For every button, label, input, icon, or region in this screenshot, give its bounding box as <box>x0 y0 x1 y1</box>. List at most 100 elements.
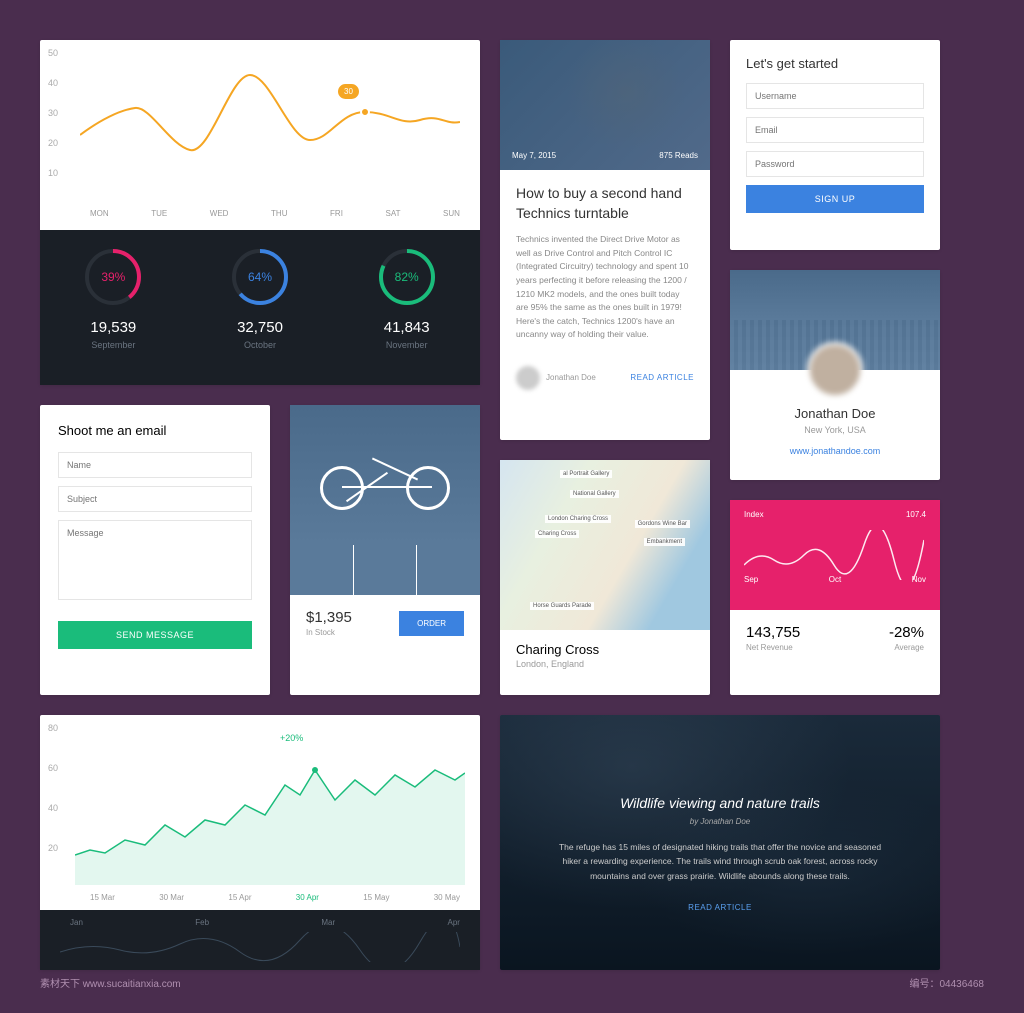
article-hero-image: May 7, 2015 875 Reads <box>500 40 710 170</box>
product-price: $1,395 <box>306 609 352 626</box>
index-label: Index <box>744 510 764 519</box>
article-card: May 7, 2015 875 Reads How to buy a second… <box>500 40 710 440</box>
signup-card: Let's get started SIGN UP <box>730 40 940 250</box>
gauge-value: 32,750 <box>187 319 334 336</box>
profile-card: Jonathan Doe New York, USA www.jonathand… <box>730 270 940 480</box>
gauges-row: 39% 19,539 September 64% 32,750 October 82% 4… <box>40 230 480 385</box>
gauge-value: 41,843 <box>333 319 480 336</box>
map-poi: Horse Guards Parade <box>530 602 594 610</box>
email-form-title: Shoot me an email <box>58 423 252 438</box>
map-poi: Gordons Wine Bar <box>635 520 690 528</box>
password-input[interactable] <box>746 151 924 177</box>
gauge-september: 39% <box>81 245 145 309</box>
overview-strip[interactable]: Jan Feb Mar Apr <box>40 910 480 970</box>
x-tick: 15 Mar <box>90 893 115 902</box>
footer-id: 编号：04436468 <box>910 975 985 990</box>
email-form-card: Shoot me an email SEND MESSAGE <box>40 405 270 695</box>
map-poi: National Gallery <box>570 490 619 498</box>
delta-value: -28% <box>889 624 924 641</box>
signup-title: Let's get started <box>746 56 924 71</box>
map-card: al Portrait Gallery National Gallery Lon… <box>500 460 710 695</box>
product-image <box>290 405 480 545</box>
subject-input[interactable] <box>58 486 252 512</box>
gauge-november: 82% <box>375 245 439 309</box>
nature-article-card: Wildlife viewing and nature trails by Jo… <box>500 715 940 970</box>
article-date: May 7, 2015 <box>512 151 556 160</box>
article-reads: 875 Reads <box>659 151 698 160</box>
map-poi: al Portrait Gallery <box>560 470 612 478</box>
x-tick: 15 Apr <box>228 893 251 902</box>
author-name: Jonathan Doe <box>546 373 630 382</box>
stock-status: In Stock <box>306 628 352 637</box>
profile-avatar <box>807 342 863 398</box>
page-footer: 素材天下 www.sucaitianxia.com 编号：04436468 <box>40 975 984 990</box>
y-tick: 40 <box>48 803 58 813</box>
author-avatar <box>516 366 540 390</box>
y-tick: 40 <box>48 78 58 88</box>
map-subtitle: London, England <box>516 659 694 669</box>
product-thumbnails[interactable] <box>290 545 480 595</box>
y-tick: 20 <box>48 138 58 148</box>
map-poi: London Charing Cross <box>545 515 611 523</box>
profile-url-link[interactable]: www.jonathandoe.com <box>790 446 881 456</box>
signup-button[interactable]: SIGN UP <box>746 185 924 213</box>
y-tick: 60 <box>48 763 58 773</box>
gauge-label: October <box>187 340 334 350</box>
gauge-label: November <box>333 340 480 350</box>
gauge-label: September <box>40 340 187 350</box>
gauge-value: 19,539 <box>40 319 187 336</box>
overview-month: Jan <box>70 918 83 927</box>
article-body: Technics invented the Direct Drive Motor… <box>516 233 694 342</box>
x-tick-active: 30 Apr <box>296 893 319 902</box>
nature-read-link[interactable]: READ ARTICLE <box>688 903 752 912</box>
x-tick: 30 May <box>434 893 460 902</box>
nature-body: The refuge has 15 miles of designated hi… <box>550 840 890 883</box>
x-tick: FRI <box>330 209 343 218</box>
x-tick: THU <box>271 209 287 218</box>
area-chart: 80 60 40 20 +20% 15 Mar 30 Mar 15 Apr 30… <box>40 715 480 910</box>
email-input[interactable] <box>746 117 924 143</box>
area-chart-card: 80 60 40 20 +20% 15 Mar 30 Mar 15 Apr 30… <box>40 715 480 970</box>
article-title: How to buy a second hand Technics turnta… <box>516 184 694 223</box>
x-tick: 30 Mar <box>159 893 184 902</box>
overview-month: Feb <box>195 918 209 927</box>
profile-location: New York, USA <box>730 425 940 435</box>
read-article-link[interactable]: READ ARTICLE <box>630 373 694 382</box>
x-tick: 15 May <box>363 893 389 902</box>
y-tick: 30 <box>48 108 58 118</box>
product-card: $1,395 In Stock ORDER <box>290 405 480 695</box>
gauge-october: 64% <box>228 245 292 309</box>
revenue-card: Index107.4 SepOctNov 143,755Net Revenue … <box>730 500 940 695</box>
index-value: 107.4 <box>906 510 926 519</box>
footer-source: 素材天下 www.sucaitianxia.com <box>40 975 181 990</box>
overview-month: Mar <box>321 918 335 927</box>
x-tick: WED <box>210 209 229 218</box>
profile-name: Jonathan Doe <box>730 406 940 421</box>
delta-label: Average <box>889 643 924 652</box>
username-input[interactable] <box>746 83 924 109</box>
y-tick: 10 <box>48 168 58 178</box>
y-tick: 80 <box>48 723 58 733</box>
map-title: Charing Cross <box>516 642 694 657</box>
map-poi: Charing Cross <box>535 530 579 538</box>
nature-title: Wildlife viewing and nature trails <box>550 795 890 811</box>
y-tick: 20 <box>48 843 58 853</box>
send-message-button[interactable]: SEND MESSAGE <box>58 621 252 649</box>
map-view[interactable]: al Portrait Gallery National Gallery Lon… <box>500 460 710 630</box>
x-tick: TUE <box>151 209 167 218</box>
map-poi: Embankment <box>644 538 685 546</box>
y-tick: 50 <box>48 48 58 58</box>
line-chart: 50 40 30 20 10 30 MON TUE WED THU FRI SA… <box>40 40 480 230</box>
x-tick: MON <box>90 209 109 218</box>
revenue-label: Net Revenue <box>746 643 800 652</box>
name-input[interactable] <box>58 452 252 478</box>
x-tick: SAT <box>386 209 401 218</box>
order-button[interactable]: ORDER <box>399 611 464 636</box>
message-textarea[interactable] <box>58 520 252 600</box>
weekly-analytics-card: 50 40 30 20 10 30 MON TUE WED THU FRI SA… <box>40 40 480 385</box>
overview-month: Apr <box>448 918 460 927</box>
x-tick: SUN <box>443 209 460 218</box>
data-marker: 30 <box>338 84 359 99</box>
nature-byline: by Jonathan Doe <box>550 817 890 826</box>
revenue-value: 143,755 <box>746 624 800 641</box>
